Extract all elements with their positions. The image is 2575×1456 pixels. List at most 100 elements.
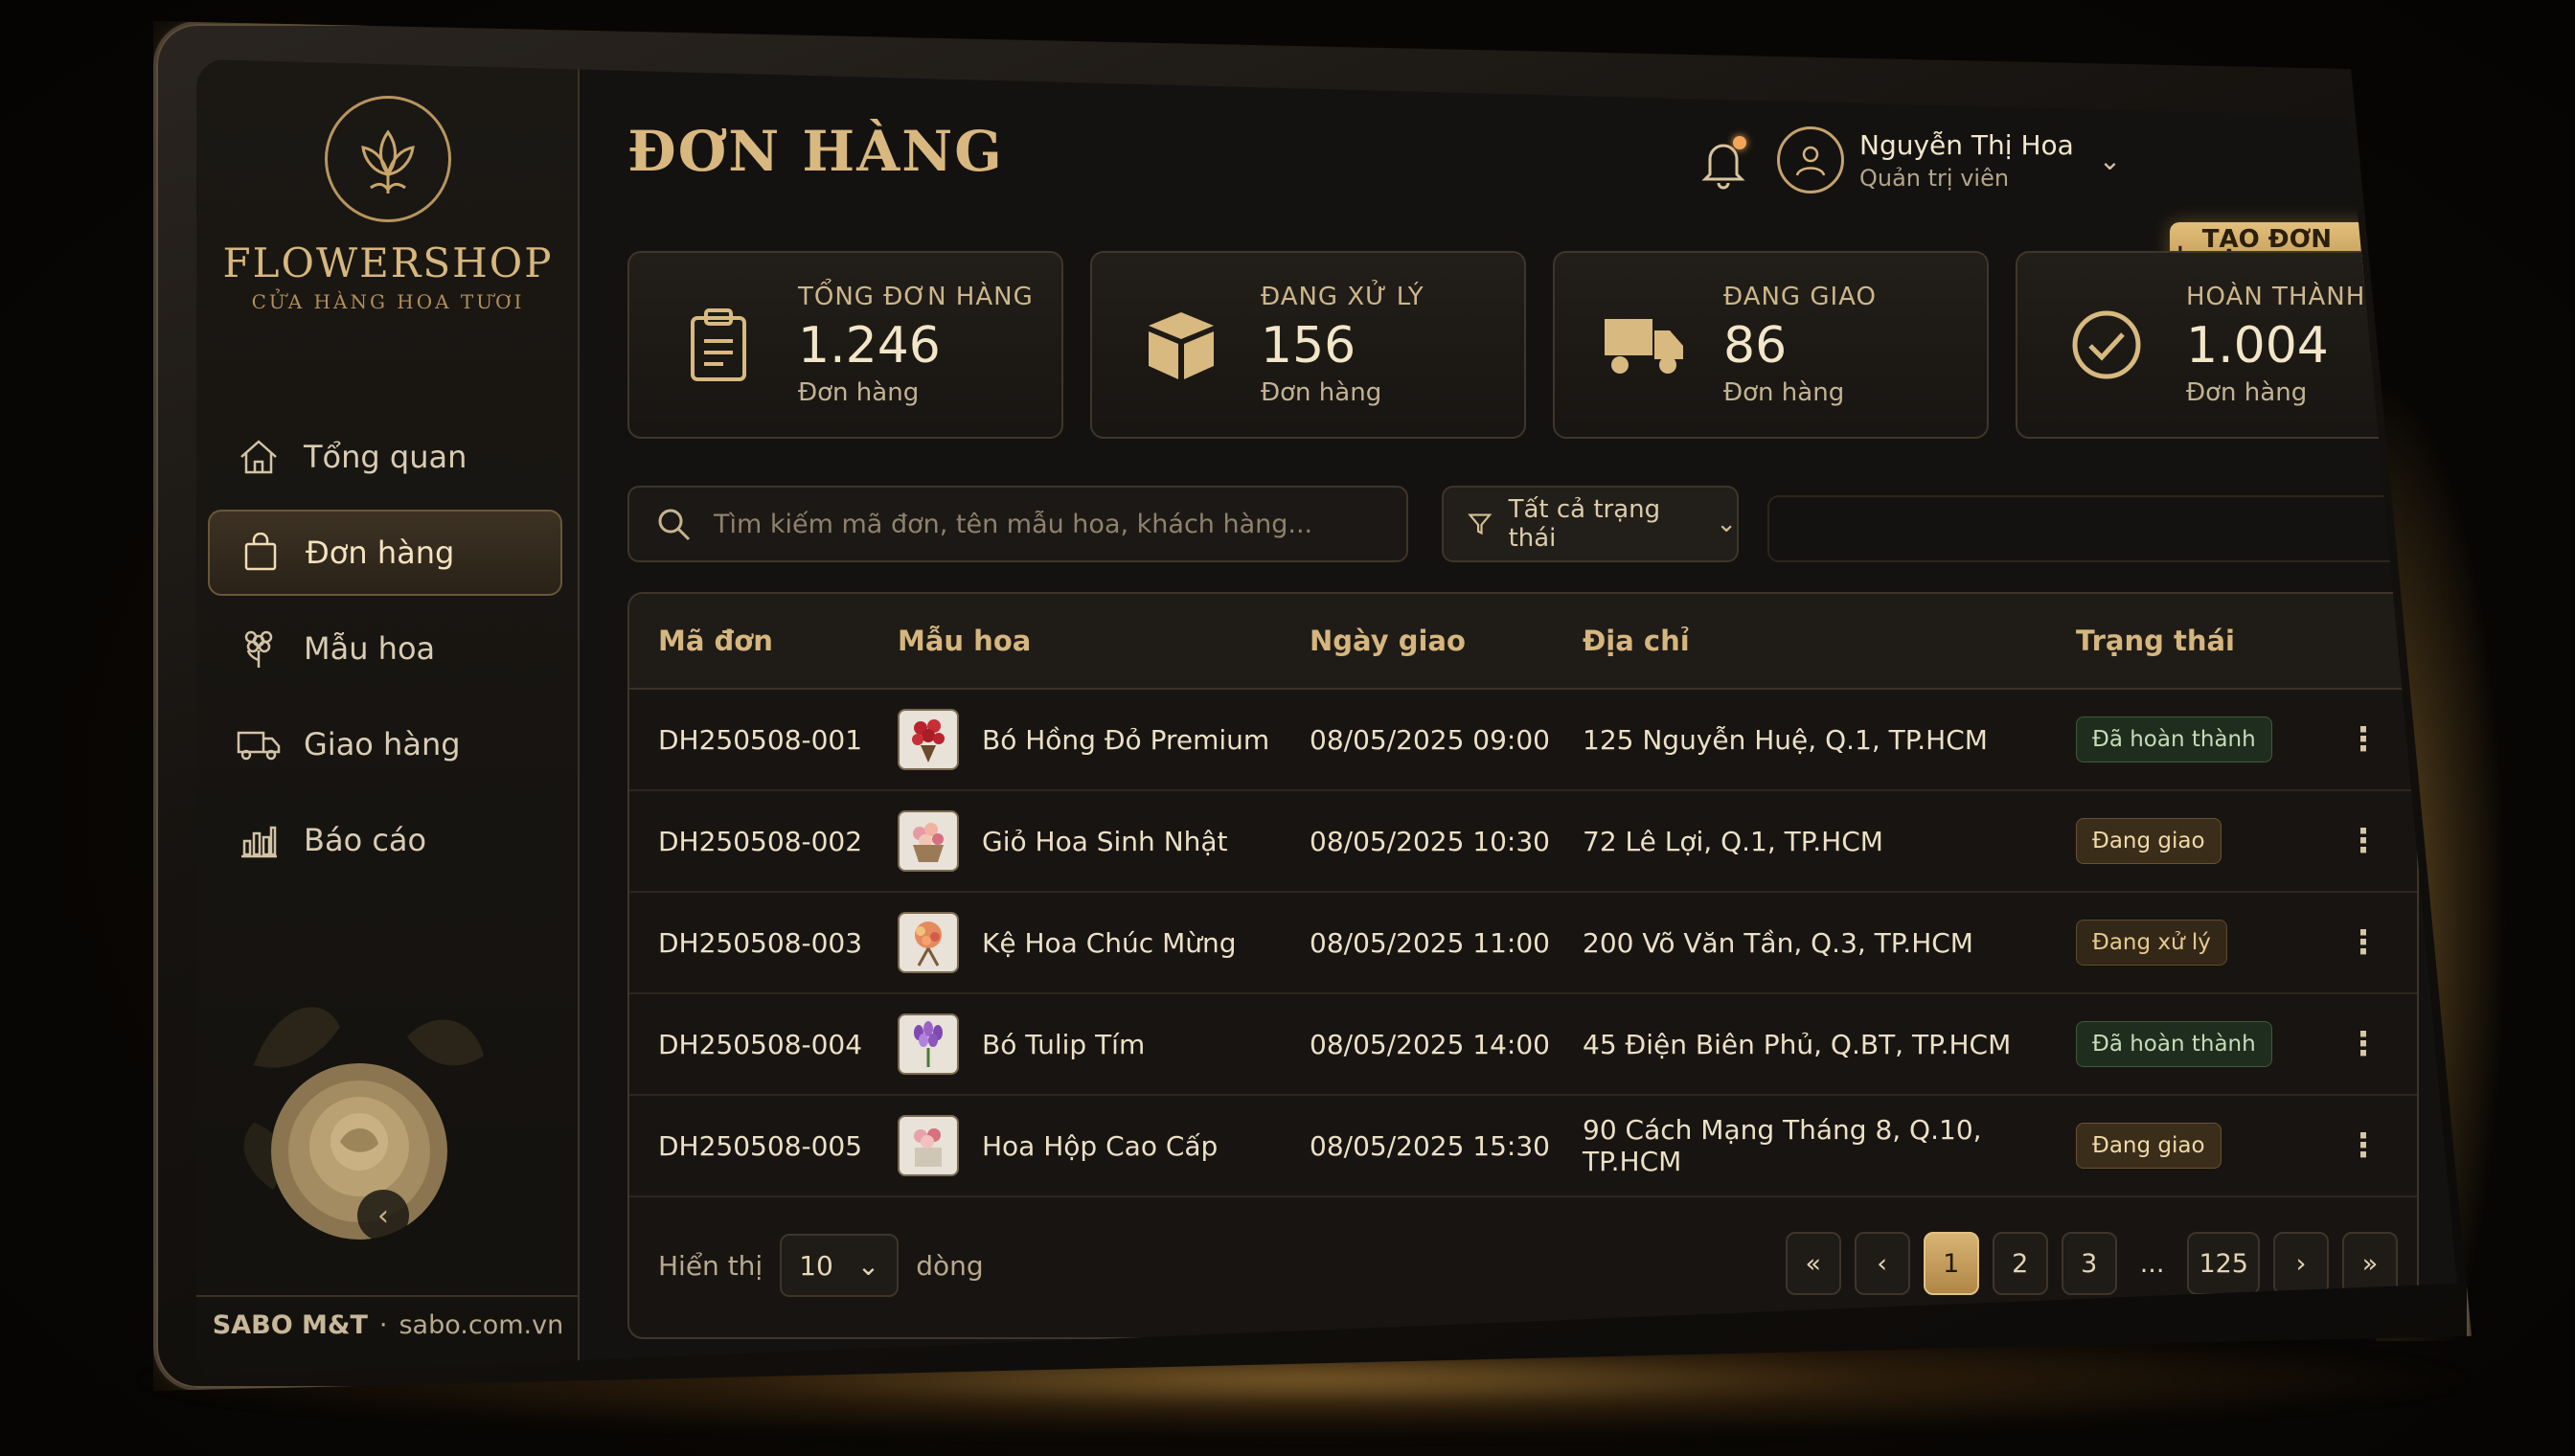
- user-menu[interactable]: Nguyễn Thị Hoa Quản trị viên ⌄: [1777, 126, 2121, 193]
- notification-button[interactable]: [1700, 136, 1746, 190]
- main-content: ĐƠN HÀNG Nguyễn Thị Hoa Quản trị viên ⌄ …: [580, 59, 2457, 1376]
- status-filter-select[interactable]: Tất cả trạng thái ⌄: [1442, 486, 1739, 562]
- stat-card-total[interactable]: TỔNG ĐƠN HÀNG 1.246 Đơn hàng: [627, 251, 1063, 439]
- lotus-logo-icon: [325, 96, 451, 222]
- sidebar-item-flowers[interactable]: Mẫu hoa: [208, 605, 562, 692]
- stat-label: ĐANG XỬ LÝ: [1261, 283, 1424, 311]
- sidebar-item-label: Giao hàng: [304, 726, 461, 762]
- notification-dot: [1733, 136, 1746, 149]
- first-page-button[interactable]: «: [1785, 1232, 1841, 1295]
- order-code: DH250508-001: [658, 723, 863, 756]
- page-size-select[interactable]: 10 ⌄: [780, 1234, 900, 1297]
- sidebar-item-reports[interactable]: Báo cáo: [208, 797, 562, 883]
- sidebar-item-label: Mẫu hoa: [304, 630, 436, 667]
- footer-separator: ·: [378, 1309, 388, 1340]
- flower-thumbnail: [898, 810, 959, 872]
- clipboard-icon: [677, 304, 760, 386]
- more-actions-icon[interactable]: ⋮: [2315, 822, 2411, 860]
- last-page-button[interactable]: »: [2342, 1232, 2398, 1295]
- stat-label: HOÀN THÀNH: [2186, 283, 2366, 311]
- more-actions-icon[interactable]: ⋮: [2315, 923, 2411, 962]
- stat-card-processing[interactable]: ĐANG XỬ LÝ 156 Đơn hàng: [1090, 251, 1526, 439]
- table-row[interactable]: DH250508-002 Giỏ Hoa Sinh Nhật 08/05/202…: [629, 791, 2417, 893]
- next-page-button[interactable]: ›: [2273, 1232, 2329, 1295]
- header-status[interactable]: Trạng thái: [2076, 625, 2315, 657]
- sidebar-item-delivery[interactable]: Giao hàng: [208, 701, 562, 787]
- delivery-date: 08/05/2025 14:00: [1310, 1028, 1550, 1060]
- home-icon: [235, 436, 283, 478]
- flower-thumbnail: [898, 1115, 959, 1176]
- status-badge: Đã hoàn thành: [2076, 1021, 2272, 1067]
- chevron-down-icon: ⌄: [2098, 144, 2122, 176]
- table-row[interactable]: DH250508-003 Kệ Hoa Chúc Mừng 08/05/2025…: [629, 893, 2417, 994]
- sidebar-item-label: Đơn hàng: [306, 535, 455, 571]
- chevron-down-icon: ⌄: [856, 1249, 880, 1282]
- table-row[interactable]: DH250508-001 Bó Hồng Đỏ Premium 08/05/20…: [629, 690, 2417, 791]
- stat-label: TỔNG ĐƠN HÀNG: [798, 283, 1034, 311]
- stat-unit: Đơn hàng: [798, 378, 920, 407]
- delivery-address: 200 Võ Văn Tần, Q.3, TP.HCM: [1583, 926, 1973, 959]
- stat-value: 156: [1261, 317, 1356, 375]
- chevron-left-icon: ‹: [377, 1198, 389, 1233]
- table-row[interactable]: DH250508-005 Hoa Hộp Cao Cấp 08/05/2025 …: [629, 1096, 2417, 1197]
- flower-icon: [235, 627, 283, 670]
- brand-tagline: CỬA HÀNG HOA TƯƠI: [251, 290, 525, 313]
- company-website[interactable]: sabo.com.vn: [399, 1310, 563, 1340]
- sidebar-item-label: Báo cáo: [304, 822, 427, 858]
- flower-name: Kệ Hoa Chúc Mừng: [982, 926, 1237, 959]
- logo[interactable]: FLOWERSHOP CỬA HÀNG HOA TƯƠI: [196, 96, 580, 313]
- page-3-button[interactable]: 3: [2061, 1232, 2117, 1295]
- page-2-button[interactable]: 2: [1992, 1232, 2048, 1295]
- more-actions-icon[interactable]: ⋮: [2315, 720, 2411, 759]
- order-code: DH250508-005: [658, 1129, 863, 1162]
- page-1-button[interactable]: 1: [1923, 1232, 1979, 1295]
- header-delivery-date[interactable]: Ngày giao: [1310, 625, 1583, 657]
- stat-card-shipping[interactable]: ĐANG GIAO 86 Đơn hàng: [1553, 251, 1989, 439]
- flower-thumbnail: [898, 1013, 959, 1075]
- delivery-date: 08/05/2025 15:30: [1310, 1129, 1550, 1162]
- sidebar-footer: SABO M&T · sabo.com.vn: [196, 1295, 580, 1353]
- flower-name: Giỏ Hoa Sinh Nhật: [982, 825, 1228, 857]
- sidebar-item-overview[interactable]: Tổng quan: [208, 414, 562, 500]
- rows-label: dòng: [916, 1249, 984, 1282]
- flower-name: Bó Tulip Tím: [982, 1028, 1146, 1060]
- delivery-address: 45 Điện Biên Phủ, Q.BT, TP.HCM: [1583, 1028, 2012, 1060]
- header-flower[interactable]: Mẫu hoa: [898, 625, 1310, 657]
- header-order-code[interactable]: Mã đơn: [629, 625, 898, 657]
- page-125-button[interactable]: 125: [2187, 1232, 2260, 1295]
- table-row[interactable]: DH250508-004 Bó Tulip Tím 08/05/2025 14:…: [629, 994, 2417, 1096]
- sidebar-item-orders[interactable]: Đơn hàng: [208, 510, 562, 596]
- user-role: Quản trị viên: [1859, 164, 2010, 192]
- header-address[interactable]: Địa chỉ: [1583, 625, 2076, 657]
- bar-chart-icon: [235, 819, 283, 861]
- stats-row: TỔNG ĐƠN HÀNG 1.246 Đơn hàng ĐANG XỬ LÝ …: [627, 251, 2451, 439]
- search-input[interactable]: Tìm kiếm mã đơn, tên mẫu hoa, khách hàng…: [627, 486, 1408, 562]
- pagination: « ‹ 1 2 3 ... 125 › »: [1785, 1232, 2398, 1295]
- status-badge: Đang xử lý: [2076, 920, 2227, 966]
- filter-label: Tất cả trạng thái: [1508, 495, 1661, 553]
- collapse-sidebar-button[interactable]: ‹: [357, 1190, 409, 1241]
- box-icon: [1140, 304, 1222, 386]
- stat-unit: Đơn hàng: [2186, 378, 2308, 407]
- delivery-date: 08/05/2025 10:30: [1310, 825, 1550, 857]
- stat-value: 1.004: [2186, 317, 2329, 375]
- delivery-address: 72 Lê Lợi, Q.1, TP.HCM: [1583, 825, 1883, 857]
- stat-unit: Đơn hàng: [1723, 378, 1845, 407]
- prev-page-button[interactable]: ‹: [1854, 1232, 1910, 1295]
- company-name: SABO M&T: [212, 1309, 368, 1340]
- flower-thumbnail: [898, 709, 959, 770]
- status-badge: Đã hoàn thành: [2076, 717, 2272, 762]
- sidebar: FLOWERSHOP CỬA HÀNG HOA TƯƠI Tổng quan Đ…: [196, 59, 580, 1376]
- truck-icon: [1603, 304, 1685, 386]
- more-actions-icon[interactable]: ⋮: [2315, 1025, 2411, 1063]
- stat-label: ĐANG GIAO: [1723, 283, 1877, 311]
- search-placeholder: Tìm kiếm mã đơn, tên mẫu hoa, khách hàng…: [714, 509, 1313, 539]
- page-size-control: Hiển thị 10 ⌄ dòng: [658, 1234, 984, 1297]
- orders-table: Mã đơn Mẫu hoa Ngày giao Địa chỉ Trạng t…: [627, 592, 2419, 1339]
- order-code: DH250508-004: [658, 1028, 863, 1060]
- search-icon: [658, 509, 691, 541]
- more-actions-icon[interactable]: ⋮: [2315, 1126, 2411, 1165]
- filter-icon: [1468, 513, 1493, 535]
- avatar: [1777, 126, 1844, 193]
- user-name: Nguyễn Thị Hoa: [1859, 128, 2074, 161]
